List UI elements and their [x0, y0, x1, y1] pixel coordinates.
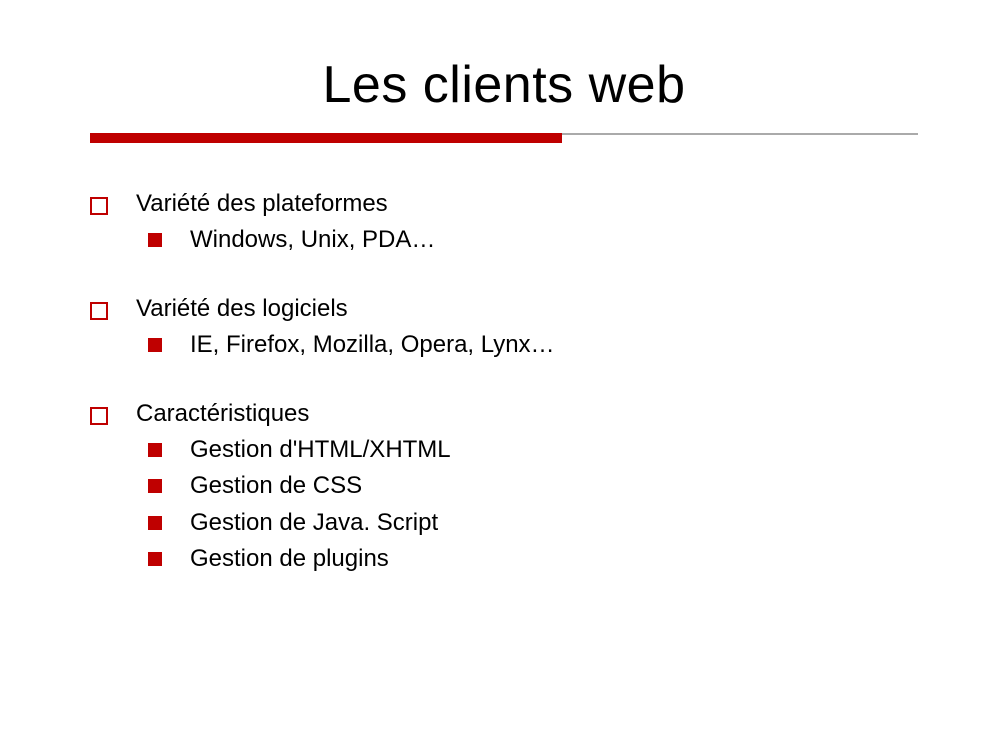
- bullet-group: Variété des logiciels IE, Firefox, Mozil…: [90, 293, 918, 362]
- sub-list-item-label: Gestion d'HTML/XHTML: [190, 434, 918, 466]
- list-item-label: Variété des logiciels: [136, 293, 918, 325]
- solid-square-bullet-icon: [148, 338, 162, 352]
- solid-square-bullet-icon: [148, 443, 162, 457]
- solid-square-bullet-icon: [148, 479, 162, 493]
- list-item-label: Caractéristiques: [136, 398, 918, 430]
- list-item-label: Variété des plateformes: [136, 188, 918, 220]
- sub-list-item: Windows, Unix, PDA…: [148, 224, 918, 256]
- open-square-bullet-icon: [90, 302, 108, 320]
- sub-list-item: IE, Firefox, Mozilla, Opera, Lynx…: [148, 329, 918, 361]
- open-square-bullet-icon: [90, 197, 108, 215]
- sub-list-item: Gestion de plugins: [148, 543, 918, 575]
- solid-square-bullet-icon: [148, 516, 162, 530]
- bullet-group: Caractéristiques Gestion d'HTML/XHTML Ge…: [90, 398, 918, 576]
- sub-list-item-label: Gestion de plugins: [190, 543, 918, 575]
- bullet-group: Variété des plateformes Windows, Unix, P…: [90, 188, 918, 257]
- list-item: Variété des logiciels: [90, 293, 918, 325]
- solid-square-bullet-icon: [148, 233, 162, 247]
- list-item: Variété des plateformes: [90, 188, 918, 220]
- title-divider: [90, 133, 918, 143]
- slide-content: Variété des plateformes Windows, Unix, P…: [90, 188, 918, 576]
- slide-title: Les clients web: [90, 55, 918, 115]
- sub-list-item: Gestion de CSS: [148, 470, 918, 502]
- sub-list-item: Gestion de Java. Script: [148, 507, 918, 539]
- sub-list-item: Gestion d'HTML/XHTML: [148, 434, 918, 466]
- sub-list-item-label: Gestion de Java. Script: [190, 507, 918, 539]
- solid-square-bullet-icon: [148, 552, 162, 566]
- list-item: Caractéristiques: [90, 398, 918, 430]
- open-square-bullet-icon: [90, 407, 108, 425]
- slide: Les clients web Variété des plateformes …: [0, 0, 1008, 652]
- sub-list-item-label: IE, Firefox, Mozilla, Opera, Lynx…: [190, 329, 918, 361]
- sub-list-item-label: Windows, Unix, PDA…: [190, 224, 918, 256]
- sub-list-item-label: Gestion de CSS: [190, 470, 918, 502]
